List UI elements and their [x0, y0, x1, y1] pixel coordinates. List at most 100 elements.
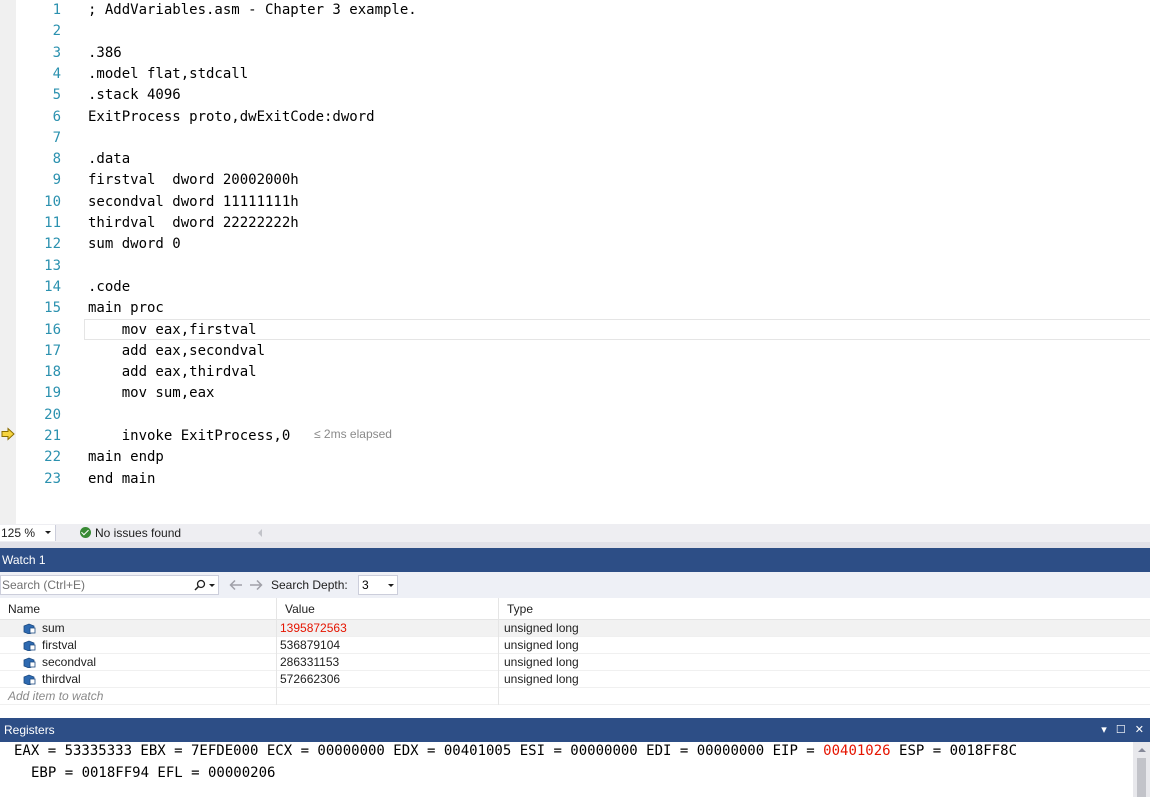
code-text[interactable]: mov sum,eax — [88, 383, 215, 404]
watch-value-cell[interactable]: 286331153 — [277, 654, 499, 671]
search-depth-label: Search Depth: — [271, 578, 348, 592]
code-text[interactable]: .model flat,stdcall — [88, 64, 248, 85]
code-text[interactable]: mov eax,firstval — [88, 320, 257, 341]
column-header-type[interactable]: Type — [499, 598, 1150, 620]
empty-type-cell — [499, 688, 1150, 705]
line-number: 22 — [44, 449, 61, 466]
scrollbar-thumb[interactable] — [1137, 758, 1146, 797]
perf-tip[interactable]: ≤ 2ms elapsed — [314, 424, 392, 445]
code-line[interactable]: 7 — [0, 128, 1150, 149]
code-line[interactable]: 3 .386 — [0, 43, 1150, 64]
code-line[interactable]: 19 mov sum,eax — [0, 383, 1150, 404]
line-number: 2 — [52, 23, 61, 40]
watch-type-cell: unsigned long — [504, 638, 579, 652]
add-watch-row[interactable]: Add item to watch — [0, 688, 1150, 705]
issues-status[interactable]: No issues found — [95, 525, 181, 541]
code-text[interactable]: .386 — [88, 43, 122, 64]
watch-row[interactable]: thirdval 572662306 unsigned long — [0, 671, 1150, 688]
code-text[interactable]: end main — [88, 469, 155, 490]
editor-status-bar: 125 % No issues found — [0, 524, 1150, 542]
code-text[interactable]: main proc — [88, 298, 164, 319]
code-text[interactable]: sum dword 0 — [88, 234, 181, 255]
code-line[interactable]: 22 main endp — [0, 447, 1150, 468]
watch-value-cell[interactable]: 1395872563 — [277, 620, 499, 637]
code-line[interactable]: 17 add eax,secondval — [0, 341, 1150, 362]
code-text[interactable]: .code — [88, 277, 130, 298]
code-line[interactable]: 21 invoke ExitProcess,0 — [0, 426, 1150, 447]
chevron-down-icon[interactable] — [209, 584, 215, 587]
watch-title[interactable]: Watch 1 — [0, 548, 1150, 572]
registers-title-text: Registers — [4, 723, 55, 737]
code-text[interactable]: invoke ExitProcess,0 — [88, 426, 291, 447]
code-line[interactable]: 13 — [0, 256, 1150, 277]
line-number: 9 — [52, 172, 61, 189]
code-text[interactable]: secondval dword 11111111h — [88, 192, 299, 213]
code-line[interactable]: 15 main proc — [0, 298, 1150, 319]
registers-text: ESP = 0018FF8C — [890, 743, 1018, 759]
search-depth-select[interactable]: 3 — [358, 575, 398, 595]
zoom-dropdown[interactable]: 125 % — [0, 525, 56, 541]
window-controls: ▾ ☐ ✕ — [1095, 718, 1144, 742]
code-text[interactable]: .stack 4096 — [88, 85, 181, 106]
search-icon[interactable] — [194, 579, 206, 591]
back-arrow-icon[interactable] — [228, 578, 244, 592]
watch-search-input[interactable]: Search (Ctrl+E) — [0, 575, 219, 595]
code-text[interactable]: ExitProcess proto,dwExitCode:dword — [88, 107, 375, 128]
code-line[interactable]: 6 ExitProcess proto,dwExitCode:dword — [0, 107, 1150, 128]
registers-line-2[interactable]: EBP = 0018FF94 EFL = 00000206 — [31, 763, 275, 784]
chevron-down-icon — [388, 584, 394, 587]
column-header-value[interactable]: Value — [277, 598, 499, 620]
line-number: 20 — [44, 406, 61, 423]
check-circle-icon — [80, 527, 91, 538]
code-line[interactable]: 23 end main — [0, 469, 1150, 490]
code-line[interactable]: 5 .stack 4096 — [0, 85, 1150, 106]
watch-name-cell[interactable]: thirdval — [0, 671, 277, 688]
code-line[interactable]: 8 .data — [0, 149, 1150, 170]
code-line[interactable]: 11 thirdval dword 22222222h — [0, 213, 1150, 234]
scroll-left-icon[interactable] — [258, 529, 262, 537]
forward-arrow-icon[interactable] — [248, 578, 264, 592]
code-line[interactable]: 20 — [0, 405, 1150, 426]
watch-value-cell[interactable]: 572662306 — [277, 671, 499, 688]
code-line[interactable]: 2 — [0, 21, 1150, 42]
watch-name-cell[interactable]: sum — [0, 620, 277, 637]
code-text[interactable]: firstval dword 20002000h — [88, 170, 299, 191]
registers-title[interactable]: Registers ▾ ☐ ✕ — [0, 718, 1150, 742]
close-icon[interactable]: ✕ — [1135, 718, 1144, 742]
watch-window: Watch 1 Search (Ctrl+E) Search Depth: 3 … — [0, 548, 1150, 716]
watch-row[interactable]: secondval 286331153 unsigned long — [0, 654, 1150, 671]
watch-name-cell[interactable]: secondval — [0, 654, 277, 671]
code-line[interactable]: 14 .code — [0, 277, 1150, 298]
registers-line-1[interactable]: EAX = 53335333 EBX = 7EFDE000 ECX = 0000… — [14, 741, 1017, 762]
watch-row[interactable]: sum 1395872563 unsigned long — [0, 620, 1150, 637]
empty-value-cell — [277, 688, 499, 705]
code-line[interactable]: 18 add eax,thirdval — [0, 362, 1150, 383]
code-line[interactable]: 12 sum dword 0 — [0, 234, 1150, 255]
code-line[interactable]: 16 mov eax,firstval — [0, 320, 1150, 341]
code-text[interactable]: ; AddVariables.asm - Chapter 3 example. — [88, 0, 417, 21]
code-text[interactable]: main endp — [88, 447, 164, 468]
maximize-icon[interactable]: ☐ — [1116, 718, 1126, 742]
code-line[interactable]: 1 ; AddVariables.asm - Chapter 3 example. — [0, 0, 1150, 21]
chevron-down-icon — [45, 531, 51, 534]
code-text[interactable]: add eax,thirdval — [88, 362, 257, 383]
code-text[interactable]: .data — [88, 149, 130, 170]
code-line[interactable]: 10 secondval dword 11111111h — [0, 192, 1150, 213]
scroll-up-icon[interactable] — [1138, 748, 1146, 752]
watch-row[interactable]: firstval 536879104 unsigned long — [0, 637, 1150, 654]
line-number: 15 — [44, 300, 61, 317]
add-item-to-watch[interactable]: Add item to watch — [0, 688, 277, 705]
code-line[interactable]: 9 firstval dword 20002000h — [0, 170, 1150, 191]
vertical-scrollbar[interactable] — [1133, 742, 1150, 797]
line-number: 7 — [52, 129, 61, 146]
column-header-name[interactable]: Name — [0, 598, 277, 620]
code-line[interactable]: 4 .model flat,stdcall — [0, 64, 1150, 85]
code-text[interactable]: thirdval dword 22222222h — [88, 213, 299, 234]
code-editor[interactable]: 1 ; AddVariables.asm - Chapter 3 example.… — [0, 0, 1150, 524]
dropdown-icon[interactable]: ▾ — [1101, 718, 1107, 742]
watch-value-cell[interactable]: 536879104 — [277, 637, 499, 654]
line-number: 8 — [52, 151, 61, 168]
code-text[interactable]: add eax,secondval — [88, 341, 265, 362]
line-number: 19 — [44, 385, 61, 402]
watch-name-cell[interactable]: firstval — [0, 637, 277, 654]
